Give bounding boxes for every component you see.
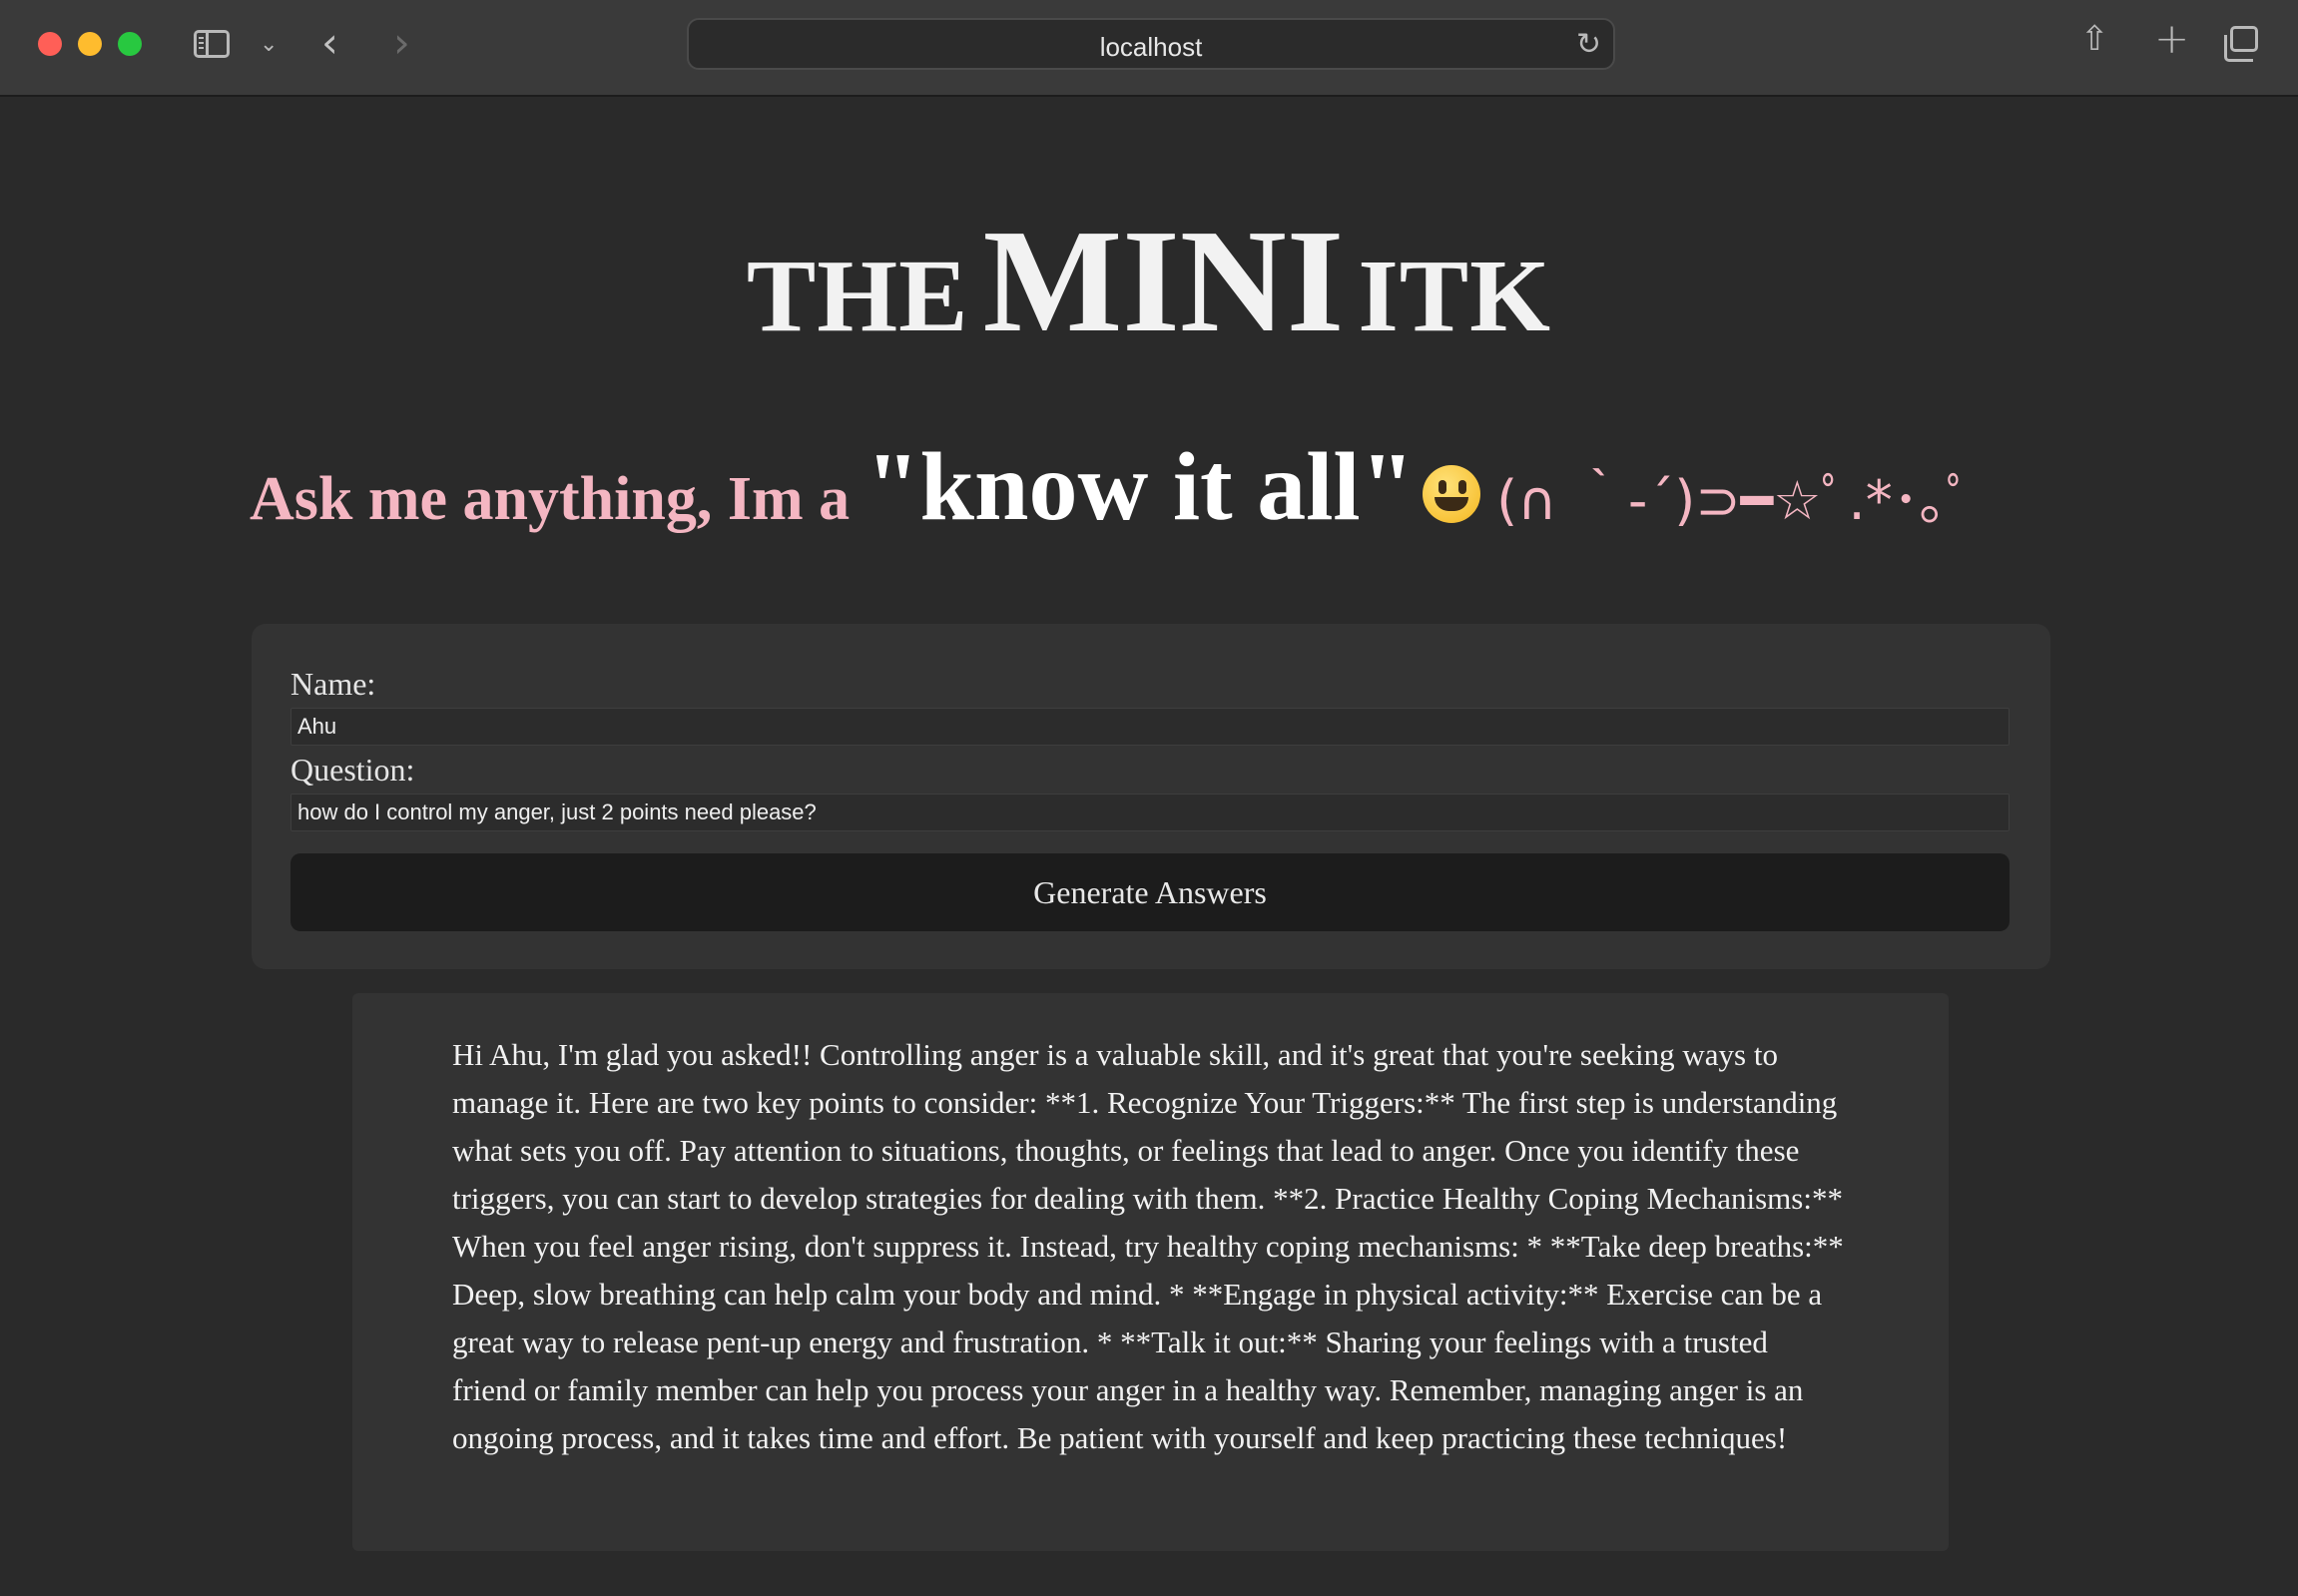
forward-arrow-icon[interactable]: › xyxy=(393,22,410,64)
subtitle-quote: "know it all" xyxy=(865,433,1416,541)
tab-overview-icon[interactable] xyxy=(2224,26,2258,62)
url-text: localhost xyxy=(1099,32,1203,62)
address-bar[interactable]: localhost ↻ xyxy=(687,18,1615,70)
page-title: THEMINI ITK xyxy=(0,197,2298,366)
new-tab-icon[interactable]: + xyxy=(2154,18,2189,60)
generate-answers-button[interactable]: Generate Answers xyxy=(290,853,2010,931)
browser-toolbar: ⌄ ‹ › localhost ↻ ⇧ + xyxy=(0,0,2298,97)
minimize-window-button[interactable] xyxy=(78,32,102,56)
answer-text: Hi Ahu, I'm glad you asked!! Controlling… xyxy=(452,1037,1844,1455)
sidebar-toggle-icon[interactable] xyxy=(194,30,230,58)
name-input[interactable] xyxy=(290,708,2010,746)
reload-icon[interactable]: ↻ xyxy=(1576,30,1601,60)
title-prefix: THE xyxy=(746,239,969,353)
chevron-down-icon[interactable]: ⌄ xyxy=(260,34,278,56)
close-window-button[interactable] xyxy=(38,32,62,56)
question-form: Name: Question: Generate Answers xyxy=(252,624,2050,969)
smiley-face-icon xyxy=(1423,465,1481,523)
page-content: THEMINI ITK Ask me anything, Im a "know it… xyxy=(0,97,2298,1596)
question-input[interactable] xyxy=(290,794,2010,831)
back-arrow-icon[interactable]: ‹ xyxy=(321,22,338,64)
zoom-window-button[interactable] xyxy=(118,32,142,56)
answer-panel: Hi Ahu, I'm glad you asked!! Controlling… xyxy=(352,993,1949,1551)
name-label: Name: xyxy=(290,666,376,702)
share-icon[interactable]: ⇧ xyxy=(2080,22,2109,56)
subtitle-kaomoji: (∩ ｀-´)⊃━☆ﾟ.*･｡ﾟ xyxy=(1496,469,1974,532)
title-main: MINI xyxy=(982,200,1345,363)
subtitle-lead: Ask me anything, Im a xyxy=(250,465,851,533)
title-suffix: ITK xyxy=(1358,239,1552,353)
subtitle: Ask me anything, Im a "know it all" (∩ ｀-´… xyxy=(250,431,2046,543)
question-label: Question: xyxy=(290,752,415,788)
